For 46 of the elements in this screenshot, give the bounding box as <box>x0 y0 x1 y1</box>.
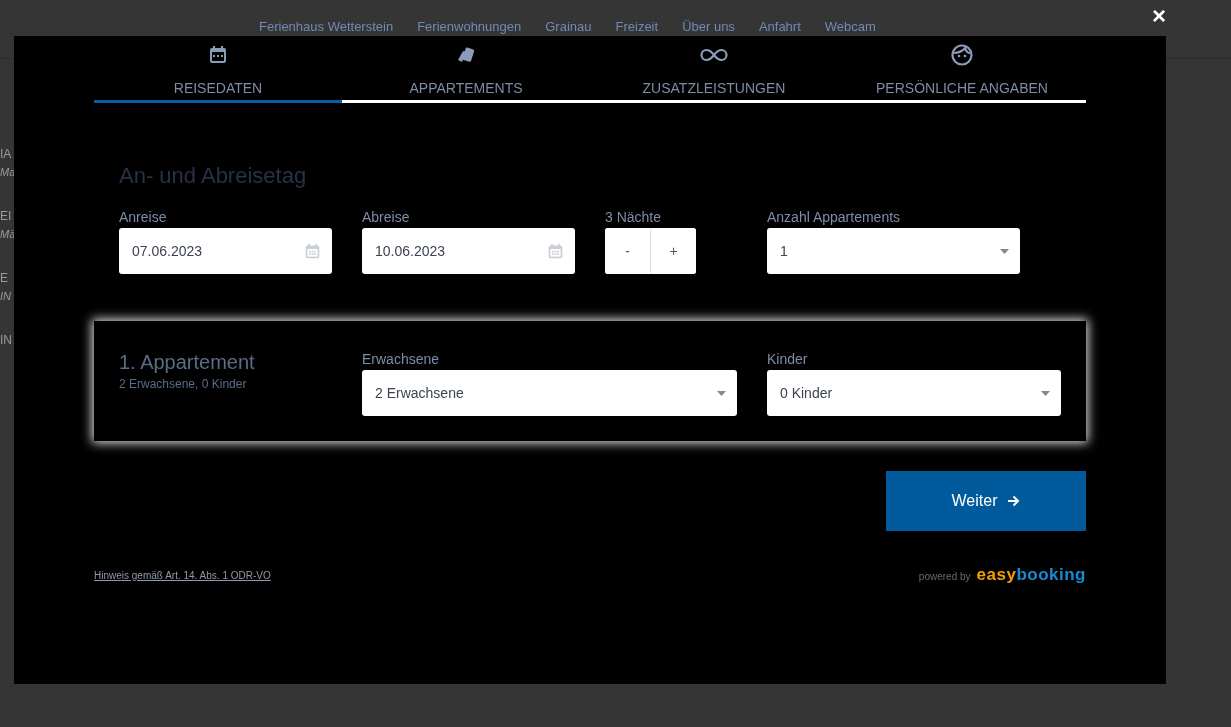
section-heading: An- und Abreisetag <box>119 163 308 190</box>
field-label: Anzahl Appartements <box>767 209 902 227</box>
date-field[interactable]: 10.06.2023 <box>362 228 575 274</box>
caret-icon <box>1041 390 1050 396</box>
nav-link[interactable]: Ferienwohnungen <box>417 19 522 34</box>
face-icon <box>951 44 973 66</box>
field-label: 3 Nächte <box>605 209 663 227</box>
nav-link[interactable]: Ferienhaus Wetterstein <box>259 19 394 34</box>
step-tab[interactable]: REISEDATEN <box>94 36 342 103</box>
select-field[interactable]: 1 <box>767 228 1020 274</box>
close-button[interactable]: × <box>1152 4 1166 28</box>
text-fragment: IN <box>0 290 11 303</box>
cards-icon <box>456 45 476 65</box>
field-label: Kinder <box>767 351 809 369</box>
next-button[interactable]: Weiter <box>886 471 1086 531</box>
calendar-icon <box>208 45 228 65</box>
select-field[interactable]: 0 Kinder <box>767 370 1061 416</box>
caret-icon <box>717 390 726 396</box>
nav-link[interactable]: Über uns <box>682 19 735 34</box>
text-fragment: IN <box>0 332 12 348</box>
apartment-summary: 2 Erwachsene, 0 Kinder <box>119 377 248 391</box>
step-tab[interactable]: PERSÖNLICHE ANGABEN <box>838 36 1086 103</box>
plus-button[interactable]: + <box>650 228 696 274</box>
field-label: Anreise <box>119 209 168 227</box>
infinity-icon <box>700 48 728 62</box>
nav-link[interactable]: Webcam <box>824 19 876 34</box>
powered-by-text: powered by <box>918 571 971 582</box>
date-field[interactable]: 07.06.2023 <box>119 228 332 274</box>
field-label: Erwachsene <box>362 351 441 369</box>
step-tab[interactable]: APPARTEMENTS <box>342 36 590 103</box>
arrow-icon <box>1007 495 1021 507</box>
nav-link[interactable]: Anfahrt <box>758 19 801 34</box>
apartment-title: 1. Appartement <box>119 351 256 374</box>
caret-icon <box>1000 248 1009 254</box>
text-fragment: E <box>0 270 8 286</box>
select-field[interactable]: 2 Erwachsene <box>362 370 737 416</box>
text-fragment: EI <box>0 208 12 224</box>
calendar-icon <box>304 242 321 260</box>
step-tab[interactable]: ZUSATZLEISTUNGEN <box>590 36 838 103</box>
field-label: Abreise <box>362 209 411 227</box>
legal-link[interactable]: Hinweis gemäß Art. 14. Abs. 1 ODR-VO <box>94 569 271 581</box>
nav-link[interactable]: Freizeit <box>615 19 659 34</box>
logo: easybooking <box>976 565 1086 585</box>
nav-link[interactable]: Grainau <box>545 19 592 34</box>
text-fragment: IA <box>0 146 12 162</box>
calendar-icon <box>547 242 564 260</box>
